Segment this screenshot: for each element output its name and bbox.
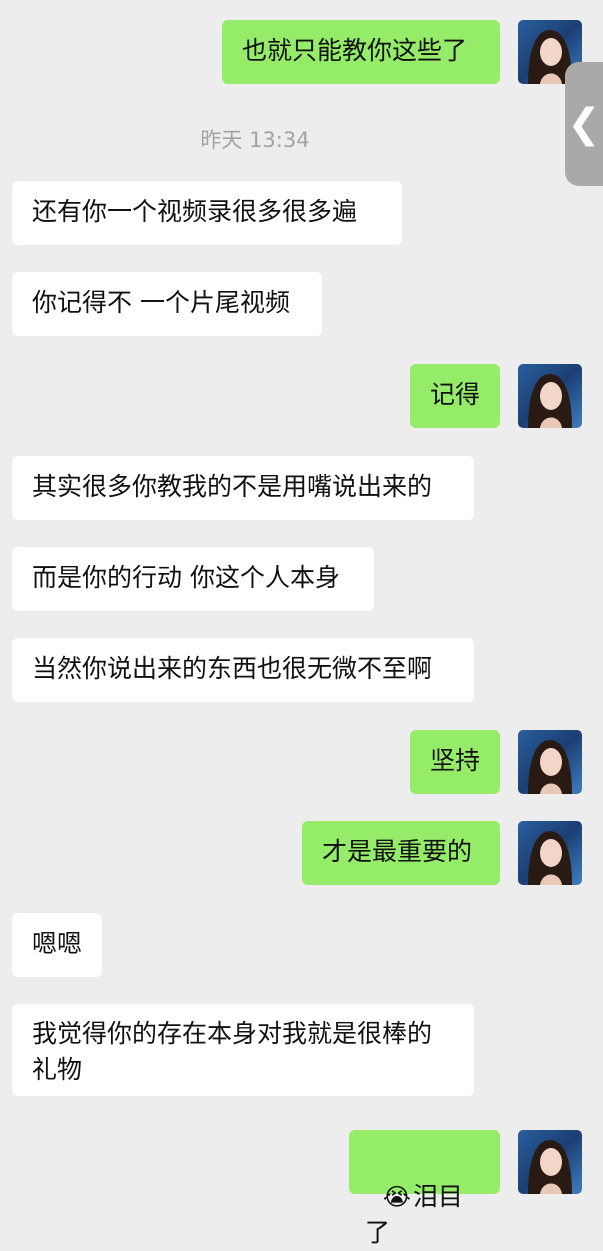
chevron-left-icon: ❮: [567, 101, 601, 147]
crying-face-icon: 😭: [382, 1183, 411, 1211]
message-bubble-received[interactable]: 而是你的行动 你这个人本身: [12, 547, 374, 611]
message-bubble-sent[interactable]: 记得: [410, 364, 500, 428]
avatar[interactable]: [518, 821, 582, 885]
message-bubble-received[interactable]: 还有你一个视频录很多很多遍: [12, 181, 402, 245]
avatar[interactable]: [518, 364, 582, 428]
timestamp: 昨天 13:34: [200, 128, 310, 152]
avatar-image: [518, 1130, 582, 1194]
message-bubble-sent[interactable]: 才是最重要的: [302, 821, 500, 885]
avatar[interactable]: [518, 730, 582, 794]
avatar-image: [518, 364, 582, 428]
side-panel-handle[interactable]: ❮: [565, 62, 603, 186]
avatar[interactable]: [518, 1130, 582, 1194]
message-bubble-received[interactable]: 当然你说出来的东西也很无微不至啊: [12, 638, 474, 702]
message-bubble-received[interactable]: 你记得不 一个片尾视频: [12, 272, 322, 336]
message-bubble-sent[interactable]: 坚持: [410, 730, 500, 794]
avatar-image: [518, 730, 582, 794]
avatar-image: [518, 821, 582, 885]
message-bubble-sent[interactable]: 😭泪目了: [349, 1130, 500, 1247]
message-text: 泪目了: [365, 1182, 463, 1247]
message-bubble-received[interactable]: 嗯嗯: [12, 913, 102, 977]
message-bubble-received[interactable]: 其实很多你教我的不是用嘴说出来的: [12, 456, 474, 520]
message-bubble-sent[interactable]: 也就只能教你这些了: [222, 20, 500, 84]
message-bubble-received[interactable]: 我觉得你的存在本身对我就是很棒的 礼物: [12, 1004, 474, 1096]
